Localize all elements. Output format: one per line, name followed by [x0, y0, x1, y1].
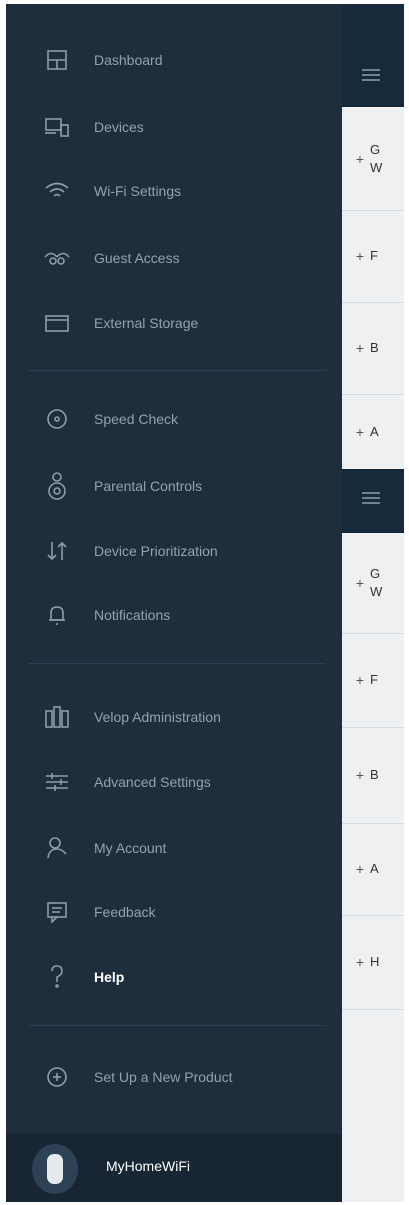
bell-icon [42, 600, 72, 630]
sidebar-item-parental-controls[interactable]: Parental Controls [6, 464, 342, 508]
accordion-row[interactable]: + G W [342, 107, 404, 211]
velop-admin-icon [42, 702, 72, 732]
sidebar-item-guest-access[interactable]: Guest Access [6, 236, 342, 280]
sidebar-nav: Dashboard Devices Wi-Fi Settings Guest A… [6, 4, 342, 1202]
devices-icon [42, 112, 72, 142]
external-storage-icon [42, 308, 72, 338]
accordion-row[interactable]: + B [342, 302, 404, 395]
sidebar-item-label: Devices [94, 119, 144, 135]
expand-icon: + [355, 767, 364, 783]
sidebar-item-label: Set Up a New Product [94, 1069, 233, 1085]
sidebar-item-label: Wi-Fi Settings [94, 183, 182, 199]
sidebar-item-label: Speed Check [94, 411, 179, 427]
expand-icon: + [355, 150, 364, 167]
plus-circle-icon [42, 1062, 72, 1092]
sidebar-item-notifications[interactable]: Notifications [6, 593, 342, 637]
sidebar-item-external-storage[interactable]: External Storage [6, 301, 342, 345]
device-prioritization-icon [42, 536, 72, 566]
sidebar-item-label: Guest Access [94, 250, 180, 266]
wifi-icon [42, 176, 72, 206]
accordion-row[interactable]: + H [342, 915, 404, 1010]
sidebar-item-speed-check[interactable]: Speed Check [6, 397, 342, 441]
network-switcher[interactable]: MyHomeWiFi [6, 1134, 342, 1202]
sliders-icon [42, 767, 72, 797]
second-header [342, 469, 404, 533]
expand-icon: + [355, 248, 364, 264]
expand-icon: + [355, 575, 364, 591]
parental-controls-icon [42, 471, 72, 501]
user-icon [42, 833, 72, 863]
row-label: H [370, 954, 380, 969]
sidebar-item-label: Device Prioritization [94, 543, 218, 559]
row-label: G W [370, 141, 383, 175]
feedback-icon [42, 897, 72, 927]
sidebar-item-set-up-new-product[interactable]: Set Up a New Product [6, 1055, 342, 1099]
sidebar-item-devices[interactable]: Devices [6, 105, 342, 149]
sidebar-item-label: Velop Administration [94, 709, 221, 725]
sidebar-item-label: Help [94, 969, 125, 985]
row-label: A [370, 423, 379, 439]
sidebar-divider [28, 370, 326, 371]
sidebar-item-label: Dashboard [94, 52, 163, 68]
sidebar-item-label: My Account [94, 840, 167, 856]
row-label: G W [370, 566, 383, 599]
expand-icon: + [355, 954, 364, 970]
sidebar-divider [28, 1025, 326, 1026]
help-icon [42, 962, 72, 992]
sidebar-item-advanced-settings[interactable]: Advanced Settings [6, 760, 342, 804]
dashboard-icon [42, 45, 72, 75]
main-content: + G W + F + B + A + G W + F + B + A + H [342, 4, 404, 1202]
sidebar-item-label: Advanced Settings [94, 774, 211, 790]
app-frame: + G W + F + B + A + G W + F + B + A + H … [6, 4, 404, 1202]
top-header [342, 4, 404, 107]
accordion-row[interactable]: + F [342, 633, 404, 728]
row-label: B [370, 767, 379, 782]
accordion-row[interactable]: + A [342, 823, 404, 916]
expand-icon: + [355, 672, 364, 688]
row-label: B [370, 340, 379, 355]
sidebar-item-velop-administration[interactable]: Velop Administration [6, 695, 342, 739]
row-label: A [370, 861, 379, 876]
accordion-row[interactable]: + G W [342, 533, 404, 634]
accordion-row[interactable]: + B [342, 727, 404, 824]
accordion-row[interactable]: + F [342, 210, 404, 303]
expand-icon: + [355, 423, 364, 440]
expand-icon: + [355, 861, 364, 877]
sidebar-item-feedback[interactable]: Feedback [6, 890, 342, 934]
sidebar-divider [28, 663, 326, 664]
guest-access-icon [42, 243, 72, 273]
menu-icon[interactable] [362, 69, 380, 81]
row-label: F [370, 248, 378, 263]
velop-node-icon [32, 1144, 78, 1194]
sidebar-item-label: Feedback [94, 904, 156, 920]
menu-icon[interactable] [362, 492, 380, 504]
sidebar-item-label: Parental Controls [94, 478, 203, 494]
speed-check-icon [42, 404, 72, 434]
sidebar-item-dashboard[interactable]: Dashboard [6, 38, 342, 82]
sidebar-item-label: Notifications [94, 607, 171, 623]
sidebar-item-wifi-settings[interactable]: Wi-Fi Settings [6, 169, 342, 213]
accordion-row[interactable]: + A [342, 394, 404, 469]
sidebar-item-label: External Storage [94, 315, 199, 331]
row-label: F [370, 672, 378, 687]
sidebar-item-help[interactable]: Help [6, 955, 342, 999]
sidebar-item-my-account[interactable]: My Account [6, 826, 342, 870]
network-name: MyHomeWiFi [106, 1158, 190, 1174]
sidebar-item-device-prioritization[interactable]: Device Prioritization [6, 529, 342, 573]
expand-icon: + [355, 340, 364, 356]
